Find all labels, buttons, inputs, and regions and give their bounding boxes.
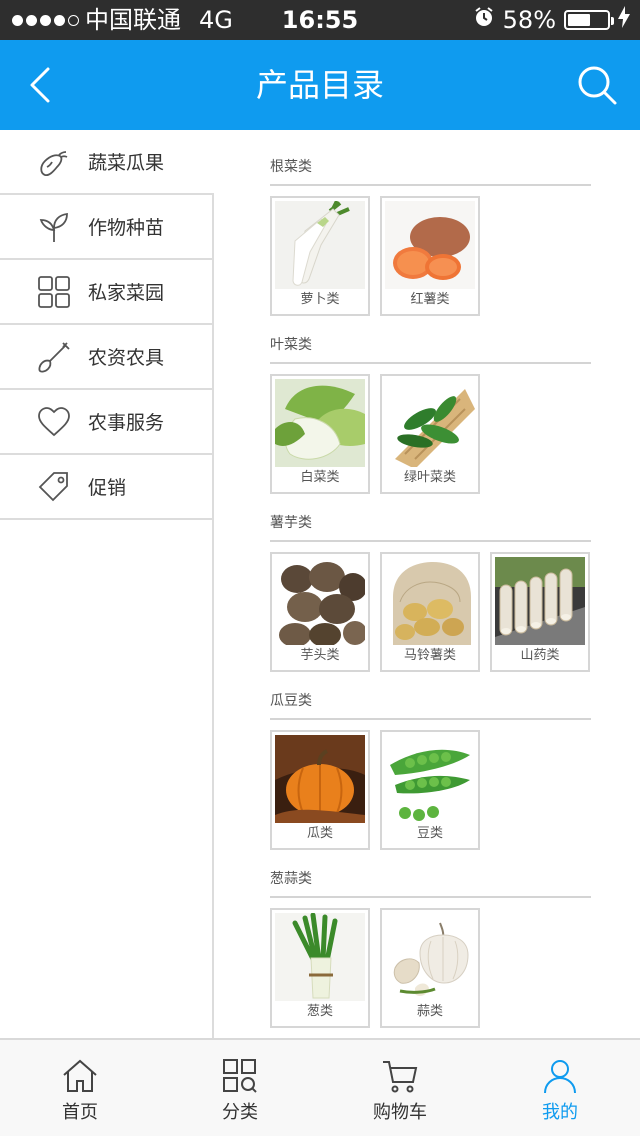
product-card-cabbage[interactable]: 白菜类 (270, 374, 370, 494)
category-title: 薯芋类 (270, 512, 591, 542)
alarm-icon (473, 0, 495, 40)
tab-profile[interactable]: 我的 (480, 1040, 640, 1136)
sidebar-item-seedlings[interactable]: 作物种苗 (0, 195, 212, 260)
product-label: 绿叶菜类 (403, 470, 456, 485)
tab-category[interactable]: 分类 (160, 1040, 320, 1136)
signal-strength-icon (12, 14, 79, 26)
tab-label: 分类 (222, 1102, 258, 1123)
tab-label: 我的 (542, 1102, 578, 1123)
category-title: 根菜类 (270, 156, 591, 186)
carrier-name: 中国联通 (85, 6, 181, 34)
garlic-image (385, 913, 475, 1001)
battery-icon (564, 10, 614, 30)
sidebar-item-label: 作物种苗 (88, 217, 165, 239)
product-label: 芋头类 (300, 648, 340, 663)
scallion-image (275, 913, 365, 1001)
yam-image (495, 557, 585, 645)
sidebar-item-farm-tools[interactable]: 农资农具 (0, 325, 212, 390)
product-label: 豆类 (416, 826, 443, 841)
category-sidebar: 蔬菜瓜果 作物种苗 私家菜园 农资农具 农事服务 促销 (0, 130, 214, 1038)
tab-label: 首页 (62, 1102, 98, 1123)
product-card-yam[interactable]: 山药类 (490, 552, 590, 672)
app-root: 中国联通 4G 16:55 58% 产品目录 蔬菜瓜果 作物种苗 私家菜园 农资… (0, 0, 640, 1136)
chevron-left-icon (30, 67, 50, 103)
product-label: 红薯类 (410, 292, 450, 307)
product-card-peas[interactable]: 豆类 (380, 730, 480, 850)
sidebar-item-label: 农事服务 (88, 412, 165, 434)
sprout-icon (36, 209, 72, 245)
user-icon (544, 1060, 576, 1094)
product-label: 白菜类 (300, 470, 340, 485)
charging-bolt-icon (618, 0, 630, 40)
category-icon (223, 1059, 257, 1093)
search-button[interactable] (572, 60, 622, 110)
sidebar-item-vegetables[interactable]: 蔬菜瓜果 (0, 130, 214, 195)
product-card-pumpkin[interactable]: 瓜类 (270, 730, 370, 850)
radish-image (275, 201, 365, 289)
category-title: 叶菜类 (270, 334, 591, 364)
product-label: 蒜类 (416, 1004, 443, 1019)
sidebar-item-label: 农资农具 (88, 347, 165, 369)
product-card-sweet-potato[interactable]: 红薯类 (380, 196, 480, 316)
network-type: 4G (199, 6, 233, 34)
product-label: 瓜类 (306, 826, 333, 841)
sidebar-item-label: 私家菜园 (88, 282, 165, 304)
product-catalog: 根菜类 萝卜类 红薯类 叶菜类 白菜类 绿叶菜类 薯芋类 芋头类 马铃薯类 山药… (214, 130, 640, 1038)
search-icon (578, 66, 617, 105)
back-button[interactable] (16, 60, 66, 110)
product-card-scallion[interactable]: 葱类 (270, 908, 370, 1028)
category-section: 叶菜类 白菜类 绿叶菜类 (270, 334, 591, 494)
pumpkin-image (275, 735, 365, 823)
product-card-taro[interactable]: 芋头类 (270, 552, 370, 672)
battery-level (568, 14, 591, 26)
category-section: 葱蒜类 葱类 蒜类 (270, 868, 591, 1028)
peas-image (385, 735, 475, 823)
category-section: 瓜豆类 瓜类 豆类 (270, 690, 591, 850)
home-icon (63, 1059, 97, 1092)
grid-icon (36, 274, 72, 310)
product-label: 山药类 (520, 648, 560, 663)
product-label: 萝卜类 (300, 292, 340, 307)
sidebar-item-private-garden[interactable]: 私家菜园 (0, 260, 212, 325)
cabbage-image (275, 379, 365, 467)
product-card-potato[interactable]: 马铃薯类 (380, 552, 480, 672)
potato-image (385, 557, 475, 645)
shovel-icon (36, 339, 72, 375)
sweet-potato-image (385, 201, 475, 289)
product-card-leafy-greens[interactable]: 绿叶菜类 (380, 374, 480, 494)
category-section: 薯芋类 芋头类 马铃薯类 山药类 (270, 512, 591, 672)
tag-icon (36, 469, 72, 505)
heart-icon (36, 404, 72, 440)
category-section: 根菜类 萝卜类 红薯类 (270, 156, 591, 316)
leafy-greens-image (385, 379, 475, 467)
sidebar-item-label: 蔬菜瓜果 (88, 152, 165, 174)
product-label: 葱类 (306, 1004, 333, 1019)
app-header: 产品目录 (0, 40, 640, 130)
category-title: 瓜豆类 (270, 690, 591, 720)
battery-percent: 58% (502, 6, 556, 34)
sidebar-item-label: 促销 (88, 477, 127, 499)
cart-icon (383, 1061, 418, 1093)
product-label: 马铃薯类 (403, 648, 456, 663)
status-bar: 中国联通 4G 16:55 58% (0, 0, 640, 40)
sidebar-item-promotions[interactable]: 促销 (0, 455, 212, 520)
page-title: 产品目录 (255, 66, 384, 104)
category-title: 葱蒜类 (270, 868, 591, 898)
status-right: 58% (473, 0, 630, 40)
taro-image (275, 557, 365, 645)
tab-label: 购物车 (373, 1102, 427, 1123)
sidebar-item-farm-services[interactable]: 农事服务 (0, 390, 212, 455)
eggplant-icon (36, 144, 72, 180)
status-left: 中国联通 4G (12, 0, 233, 40)
product-card-garlic[interactable]: 蒜类 (380, 908, 480, 1028)
product-card-radish[interactable]: 萝卜类 (270, 196, 370, 316)
tab-cart[interactable]: 购物车 (320, 1040, 480, 1136)
bottom-tab-bar: 首页 分类 购物车 我的 (0, 1038, 640, 1136)
tab-home[interactable]: 首页 (0, 1040, 160, 1136)
